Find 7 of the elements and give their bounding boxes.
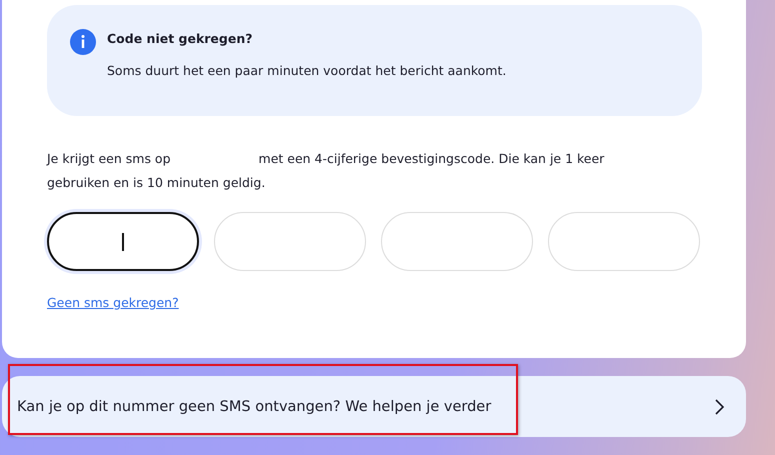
info-title: Code niet gekregen?	[107, 31, 254, 46]
info-text: Soms duurt het een paar minuten voordat het bericht aankomt.	[107, 63, 506, 78]
instruction-text: Je krijgt een sms op met een 4-cijferige bevestigingscode. Die kan je 1 keer gebruiken en is 10 minuten geldig.	[47, 150, 606, 192]
help-button[interactable]: Kan je op dit nummer geen SMS ontvangen? We helpen je verder	[2, 376, 746, 437]
code-digit-field[interactable]	[47, 212, 199, 271]
resend-link[interactable]: Geen sms gekregen?	[47, 295, 179, 310]
info-icon	[70, 29, 96, 55]
